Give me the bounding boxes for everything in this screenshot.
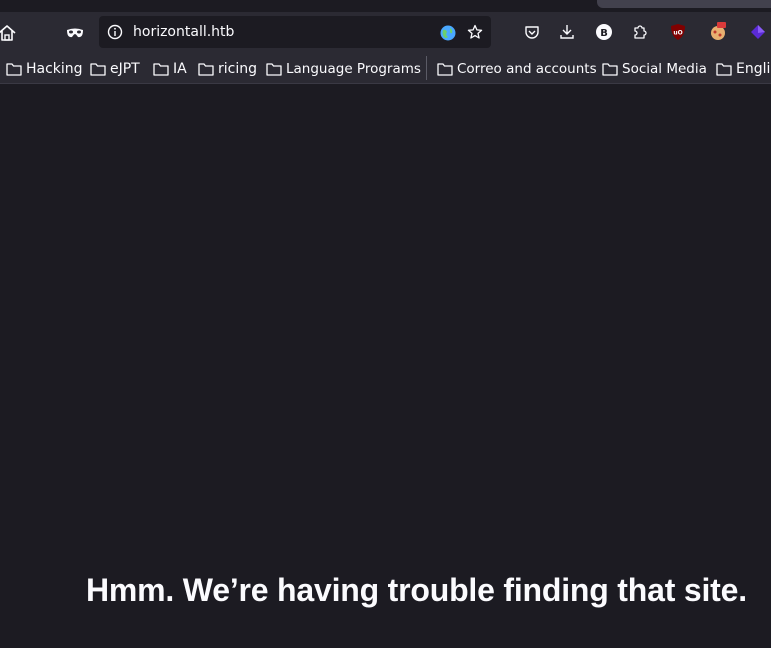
folder-icon <box>153 62 169 76</box>
bookmark-label: Correo and accounts <box>457 60 597 77</box>
bookmark-folder-ejpt[interactable]: eJPT <box>90 54 140 83</box>
url-bar[interactable]: horizontall.htb <box>99 16 491 48</box>
tab[interactable] <box>597 0 771 8</box>
bookmark-folder-english[interactable]: Englis <box>716 54 771 83</box>
bookmark-label: Englis <box>736 60 771 77</box>
folder-icon <box>716 62 732 76</box>
folder-icon <box>90 62 106 76</box>
folder-icon <box>198 62 214 76</box>
bookmarks-toolbar: Hacking eJPT IA ricing Language Programs… <box>0 54 771 84</box>
private-mask-icon <box>64 22 86 44</box>
home-icon[interactable] <box>0 22 16 44</box>
bookmark-separator <box>426 56 427 80</box>
download-icon[interactable] <box>558 23 576 41</box>
bookmark-label: Hacking <box>26 60 83 77</box>
bookmark-label: Language Programs <box>286 60 421 77</box>
bookmark-folder-hacking[interactable]: Hacking <box>6 54 83 83</box>
globe-icon[interactable] <box>439 24 457 42</box>
pocket-icon[interactable] <box>523 23 541 41</box>
bookmark-folder-language-programs[interactable]: Language Programs <box>266 54 421 83</box>
error-title: Hmm. We’re having trouble finding that s… <box>86 572 747 608</box>
bookmark-label: ricing <box>218 60 257 77</box>
bookmark-folder-ia[interactable]: IA <box>153 54 187 83</box>
ublock-icon[interactable]: uO <box>669 22 687 42</box>
info-icon[interactable] <box>106 23 124 41</box>
b-extension-icon[interactable]: B <box>595 23 613 41</box>
folder-icon <box>266 62 282 76</box>
url-text[interactable]: horizontall.htb <box>133 16 234 48</box>
extensions-puzzle-icon[interactable] <box>631 23 649 41</box>
bookmark-folder-ricing[interactable]: ricing <box>198 54 257 83</box>
pizza-extension-icon[interactable] <box>708 20 728 42</box>
bookmark-label: IA <box>173 60 187 77</box>
svg-text:uO: uO <box>673 30 682 37</box>
bookmark-folder-correo-and-accounts[interactable]: Correo and accounts <box>437 54 597 83</box>
bookmark-folder-social-media[interactable]: Social Media <box>602 54 707 83</box>
folder-icon <box>437 62 453 76</box>
svg-text:B: B <box>600 28 608 39</box>
purple-extension-icon[interactable] <box>749 23 767 41</box>
folder-icon <box>6 62 22 76</box>
tab-strip <box>0 0 771 12</box>
folder-icon <box>602 62 618 76</box>
bookmark-label: eJPT <box>110 60 140 77</box>
star-icon[interactable] <box>466 23 484 41</box>
page-content <box>0 84 771 648</box>
bookmark-label: Social Media <box>622 60 707 77</box>
